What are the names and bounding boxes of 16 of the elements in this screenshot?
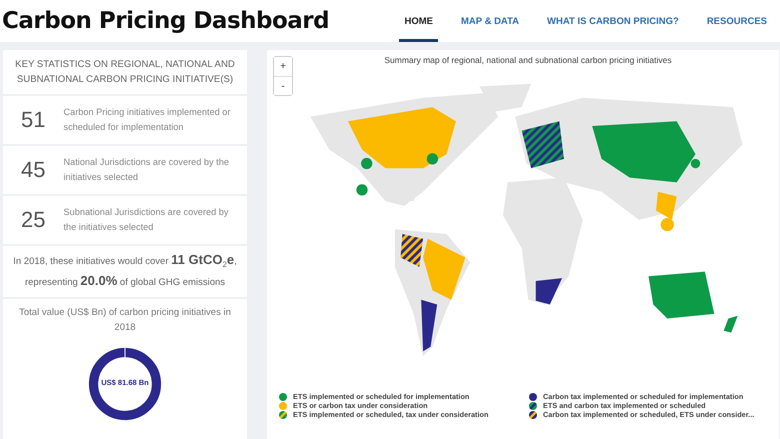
total-value-title: Total value (US$ Bn) of carbon pricing initiatives in 2018 bbox=[18, 306, 232, 335]
panel-heading: KEY STATISTICS ON REGIONAL, NATIONAL AND SUBNATIONAL CARBON PRICING INITIATIVE(S) bbox=[3, 50, 247, 94]
nav-tab[interactable]: MAP & DATA bbox=[456, 3, 524, 42]
nav-tab[interactable]: HOME bbox=[399, 3, 438, 42]
stat-number: 45 bbox=[21, 157, 46, 183]
coverage-text: In 2018, these initiatives would cover 11 GtCO$_{2}$e, representing 20.0% of global GHG emissions bbox=[12, 252, 238, 290]
stat-number: 51 bbox=[21, 107, 46, 133]
zoom-out-button[interactable]: - bbox=[274, 76, 292, 95]
nav-tab[interactable]: RESOURCES bbox=[702, 3, 772, 42]
stat-description: National Jurisdictions are covered by the initiatives selected bbox=[63, 156, 230, 184]
map-title: Summary map of regional, national and subnational carbon pricing initiatives bbox=[383, 54, 673, 65]
stat-number: 25 bbox=[21, 207, 46, 233]
stat-description: Carbon Pricing initiatives implemented or scheduled for implementation bbox=[63, 106, 232, 134]
stat-description: Subnational Jurisdictions are covered by the initiatives selected bbox=[63, 206, 230, 234]
nav-tab[interactable]: WHAT IS CARBON PRICING? bbox=[542, 3, 684, 42]
page-title: Carbon Pricing Dashboard bbox=[2, 8, 330, 34]
